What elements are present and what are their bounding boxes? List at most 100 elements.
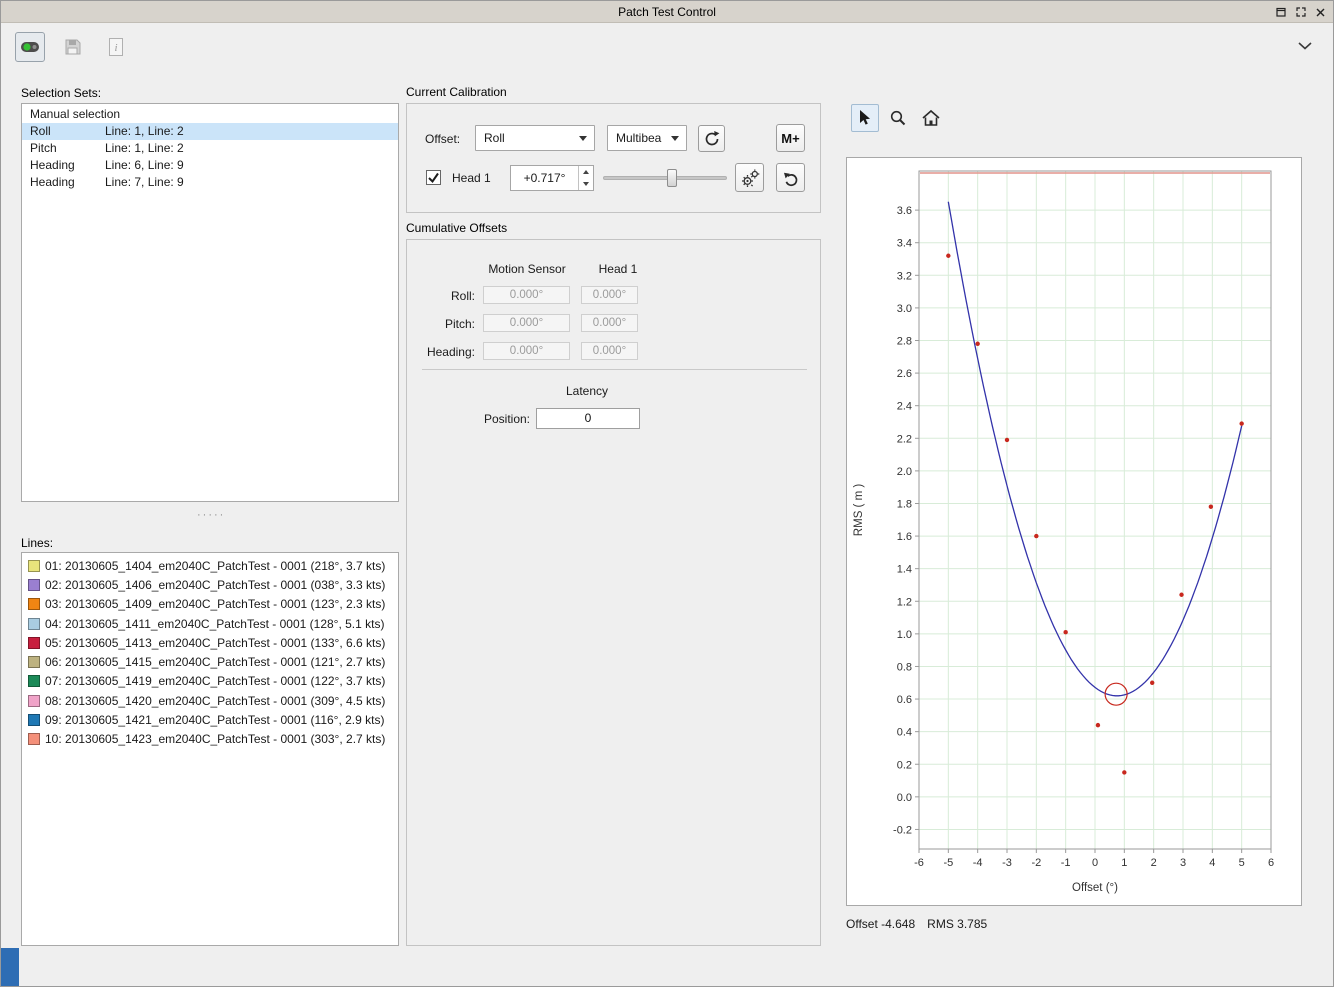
line-row[interactable]: 08: 20130605_1420_em2040C_PatchTest - 00… (22, 691, 398, 710)
line-name: 09: 20130605_1421_em2040C_PatchTest - 00… (45, 713, 384, 727)
position-field[interactable]: 0 (536, 408, 640, 429)
offset-type-select[interactable]: Roll (475, 125, 595, 151)
save-icon (63, 37, 83, 57)
pitch-head1-field[interactable]: 0.000° (581, 314, 638, 332)
svg-text:0.6: 0.6 (897, 694, 912, 706)
close-icon[interactable] (1315, 7, 1326, 18)
svg-text:3.2: 3.2 (897, 270, 912, 282)
info-button[interactable]: i (101, 32, 131, 62)
selection-sets-list[interactable]: Manual selectionRollLine: 1, Line: 2Pitc… (21, 103, 399, 502)
splitter-handle[interactable]: ····· (197, 509, 225, 521)
selection-set-row[interactable]: RollLine: 1, Line: 2 (22, 123, 398, 140)
selection-set-name: Heading (30, 174, 75, 191)
svg-text:4: 4 (1209, 857, 1215, 869)
selection-set-row[interactable]: Heading Line: 7, Line: 9 (22, 174, 398, 191)
line-row[interactable]: 01: 20130605_1404_em2040C_PatchTest - 00… (22, 556, 398, 575)
offset-slider[interactable] (603, 165, 727, 191)
svg-text:2.8: 2.8 (897, 336, 912, 348)
undo-icon (781, 168, 801, 188)
line-name: 10: 20130605_1423_em2040C_PatchTest - 00… (45, 732, 385, 746)
line-color-swatch (28, 598, 40, 610)
spin-up-icon[interactable] (579, 166, 593, 178)
line-row[interactable]: 04: 20130605_1411_em2040C_PatchTest - 00… (22, 614, 398, 633)
record-toggle-button[interactable] (15, 32, 45, 62)
svg-text:0.0: 0.0 (897, 792, 912, 804)
selection-set-row[interactable]: Manual selection (22, 106, 398, 123)
lines-list[interactable]: 01: 20130605_1404_em2040C_PatchTest - 00… (21, 552, 399, 946)
line-row[interactable]: 06: 20130605_1415_em2040C_PatchTest - 00… (22, 652, 398, 671)
svg-text:0.8: 0.8 (897, 661, 912, 673)
selection-set-row[interactable]: PitchLine: 1, Line: 2 (22, 140, 398, 157)
save-button[interactable] (58, 32, 88, 62)
pitch-motion-field[interactable]: 0.000° (483, 314, 570, 332)
svg-text:1.0: 1.0 (897, 629, 912, 641)
float-window-icon[interactable] (1275, 6, 1287, 18)
svg-text:2.4: 2.4 (897, 401, 912, 413)
svg-text:1.2: 1.2 (897, 596, 912, 608)
slider-handle[interactable] (667, 169, 677, 187)
magnifier-icon (889, 109, 907, 127)
rms-chart[interactable]: -6-5-4-3-2-10123456-0.20.00.20.40.60.81.… (846, 157, 1302, 906)
line-row[interactable]: 02: 20130605_1406_em2040C_PatchTest - 00… (22, 575, 398, 594)
settings-button[interactable] (735, 163, 764, 192)
chart-home-button[interactable] (917, 104, 945, 132)
motion-sensor-column-header: Motion Sensor (457, 262, 597, 276)
latency-label: Latency (537, 384, 637, 398)
roll-motion-field[interactable]: 0.000° (483, 286, 570, 304)
reset-button[interactable] (776, 163, 805, 192)
head1-checkbox[interactable] (426, 170, 441, 185)
cumulative-offsets-title: Cumulative Offsets (406, 221, 507, 235)
expand-icon[interactable] (1295, 6, 1307, 18)
m-plus-button[interactable]: M+ (776, 124, 805, 152)
line-row[interactable]: 05: 20130605_1413_em2040C_PatchTest - 00… (22, 633, 398, 652)
line-color-swatch (28, 695, 40, 707)
line-row[interactable]: 07: 20130605_1419_em2040C_PatchTest - 00… (22, 672, 398, 691)
svg-text:-5: -5 (943, 857, 953, 869)
gears-icon (739, 167, 761, 189)
selection-set-lines: Line: 7, Line: 9 (105, 174, 184, 191)
status-offset-value: Offset -4.648 (846, 917, 915, 931)
svg-text:i: i (114, 42, 117, 54)
svg-text:2.0: 2.0 (897, 466, 912, 478)
chart-status-bar: Offset -4.648 RMS 3.785 (846, 917, 999, 931)
heading-head1-field[interactable]: 0.000° (581, 342, 638, 360)
line-row[interactable]: 10: 20130605_1423_em2040C_PatchTest - 00… (22, 730, 398, 749)
sonar-value: Multibea (608, 131, 671, 145)
chart-select-tool-button[interactable] (851, 104, 879, 132)
collapse-panel-button[interactable] (1294, 39, 1316, 53)
patch-test-control-window: Patch Test Control i Selection Sets: Man… (0, 0, 1334, 987)
line-color-swatch (28, 560, 40, 572)
head1-offset-spinner[interactable]: +0.717° (510, 165, 594, 191)
sonar-select[interactable]: Multibea (607, 125, 687, 151)
selection-set-row[interactable]: HeadingLine: 6, Line: 9 (22, 157, 398, 174)
spinner-buttons[interactable] (578, 166, 593, 190)
heading-motion-field[interactable]: 0.000° (483, 342, 570, 360)
current-calibration-group: Offset: Roll Multibea M+ Head 1 +0.717° (406, 103, 821, 213)
line-color-swatch (28, 579, 40, 591)
spin-down-icon[interactable] (579, 178, 593, 190)
roll-head1-field[interactable]: 0.000° (581, 286, 638, 304)
chart-zoom-tool-button[interactable] (884, 104, 912, 132)
status-rms-value: RMS 3.785 (927, 917, 987, 931)
cumulative-offsets-group: Motion Sensor Head 1 Roll: 0.000° 0.000°… (406, 239, 821, 946)
line-name: 06: 20130605_1415_em2040C_PatchTest - 00… (45, 655, 385, 669)
current-calibration-title: Current Calibration (406, 85, 507, 99)
titlebar[interactable]: Patch Test Control (1, 1, 1333, 23)
selection-set-name: Manual selection (30, 106, 120, 123)
line-color-swatch (28, 637, 40, 649)
selection-set-lines: Line: 1, Line: 2 (105, 140, 184, 157)
line-row[interactable]: 03: 20130605_1409_em2040C_PatchTest - 00… (22, 595, 398, 614)
heading-row-label: Heading: (407, 345, 475, 359)
svg-text:-2: -2 (1031, 857, 1041, 869)
chart-plot-area[interactable]: -6-5-4-3-2-10123456-0.20.00.20.40.60.81.… (847, 158, 1301, 905)
line-color-swatch (28, 618, 40, 630)
line-name: 05: 20130605_1413_em2040C_PatchTest - 00… (45, 636, 385, 650)
chevron-down-icon (1297, 41, 1313, 51)
pitch-row-label: Pitch: (407, 317, 475, 331)
svg-text:-1: -1 (1061, 857, 1071, 869)
svg-text:1.6: 1.6 (897, 531, 912, 543)
line-row[interactable]: 09: 20130605_1421_em2040C_PatchTest - 00… (22, 710, 398, 729)
refresh-icon (702, 129, 722, 149)
refresh-button[interactable] (698, 125, 725, 152)
selection-set-name: Roll (30, 123, 51, 140)
